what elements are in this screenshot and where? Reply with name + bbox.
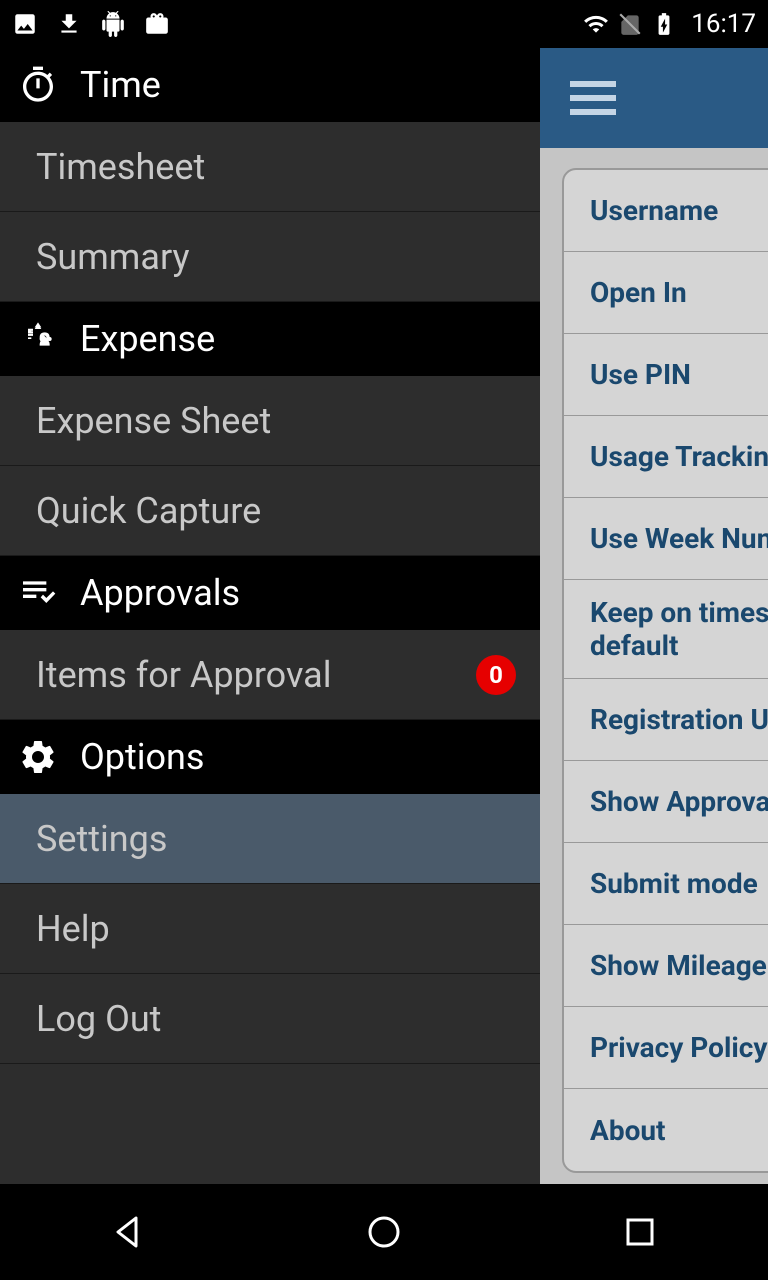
settings-label: Show Mileage (590, 949, 767, 982)
settings-label: Usage Tracking (590, 440, 768, 473)
approvals-icon (18, 573, 58, 613)
settings-label: Open In (590, 276, 687, 309)
settings-row-privacy-policy[interactable]: Privacy Policy (564, 1007, 768, 1089)
settings-row-show-mileage[interactable]: Show Mileage (564, 925, 768, 1007)
nav-label: Log Out (36, 998, 161, 1040)
topbar (540, 48, 768, 148)
approval-badge: 0 (476, 655, 516, 695)
nav-label: Settings (36, 818, 167, 860)
nav-label: Help (36, 908, 110, 950)
nav-label: Expense Sheet (36, 400, 271, 442)
nav-label: Quick Capture (36, 490, 261, 532)
nav-label: Summary (36, 236, 190, 278)
settings-row-registration-unit[interactable]: Registration Unit (564, 679, 768, 761)
status-time: 16:17 (691, 9, 756, 39)
settings-row-keep-timesheet[interactable]: Keep on timesheet by default (564, 580, 768, 679)
section-header-expense[interactable]: Expense (0, 302, 540, 376)
section-title: Expense (80, 318, 215, 360)
section-header-time[interactable]: Time (0, 48, 540, 122)
settings-label: Registration Unit (590, 703, 768, 736)
nav-drawer: Time Timesheet Summary Expense Expense S… (0, 48, 540, 1184)
settings-label: Show Approvals (590, 785, 768, 818)
settings-row-username[interactable]: Username (564, 170, 768, 252)
section-title: Approvals (80, 572, 240, 614)
settings-row-open-in[interactable]: Open In (564, 252, 768, 334)
settings-label: About (590, 1114, 666, 1147)
back-button[interactable] (108, 1212, 148, 1252)
settings-label: Use PIN (590, 358, 691, 391)
battery-charging-icon (651, 11, 677, 37)
hamburger-icon[interactable] (570, 81, 616, 115)
section-title: Time (80, 64, 161, 106)
gear-icon (18, 737, 58, 777)
status-right: 16:17 (583, 9, 756, 39)
settings-row-usage-tracking[interactable]: Usage Tracking (564, 416, 768, 498)
settings-row-show-approvals[interactable]: Show Approvals (564, 761, 768, 843)
system-navbar (0, 1184, 768, 1280)
image-icon (12, 11, 38, 37)
settings-label: Use Week Numb (590, 522, 768, 555)
nav-item-timesheet[interactable]: Timesheet (0, 122, 540, 212)
home-button[interactable] (364, 1212, 404, 1252)
download-icon (56, 11, 82, 37)
settings-row-week-numbers[interactable]: Use Week Numb (564, 498, 768, 580)
settings-label: Submit mode (590, 867, 758, 900)
no-sim-icon (617, 11, 643, 37)
play-store-icon (144, 11, 170, 37)
settings-card: Username Open In Use PIN Usage Tracking … (562, 168, 768, 1173)
android-icon (100, 11, 126, 37)
settings-row-use-pin[interactable]: Use PIN (564, 334, 768, 416)
stopwatch-icon (18, 65, 58, 105)
nav-item-items-for-approval[interactable]: Items for Approval 0 (0, 630, 540, 720)
wifi-icon (583, 11, 609, 37)
section-header-approvals[interactable]: Approvals (0, 556, 540, 630)
nav-label: Timesheet (36, 146, 205, 188)
nav-item-expense-sheet[interactable]: Expense Sheet (0, 376, 540, 466)
expense-icon (18, 319, 58, 359)
settings-label: Username (590, 194, 718, 227)
status-left (12, 11, 170, 37)
nav-item-log-out[interactable]: Log Out (0, 974, 540, 1064)
nav-label: Items for Approval (36, 654, 331, 696)
section-title: Options (80, 736, 205, 778)
status-bar: 16:17 (0, 0, 768, 48)
nav-item-quick-capture[interactable]: Quick Capture (0, 466, 540, 556)
nav-item-help[interactable]: Help (0, 884, 540, 974)
drawer-fill (0, 1064, 540, 1184)
settings-panel: Username Open In Use PIN Usage Tracking … (540, 48, 768, 1184)
nav-item-summary[interactable]: Summary (0, 212, 540, 302)
nav-item-settings[interactable]: Settings (0, 794, 540, 884)
settings-label: Privacy Policy (590, 1031, 768, 1064)
recents-button[interactable] (620, 1212, 660, 1252)
settings-row-about[interactable]: About (564, 1089, 768, 1171)
section-header-options[interactable]: Options (0, 720, 540, 794)
settings-row-submit-mode[interactable]: Submit mode (564, 843, 768, 925)
settings-label: Keep on timesheet by default (590, 596, 768, 662)
